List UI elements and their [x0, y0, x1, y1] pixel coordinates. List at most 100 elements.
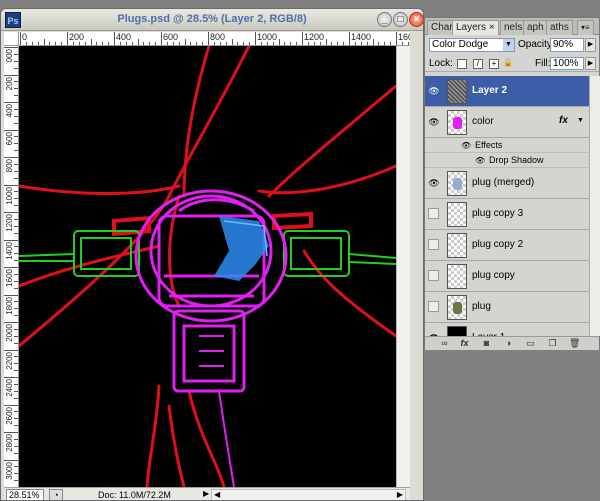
new-layer-icon[interactable]: ❐: [547, 338, 558, 349]
ruler-tick: [378, 42, 380, 45]
ruler-tick: [331, 42, 333, 45]
tab-aths[interactable]: aths: [546, 20, 573, 35]
layer-row[interactable]: 👁 Layer 2: [425, 76, 589, 107]
ruler-tick: [14, 60, 18, 62]
status-arrow-icon[interactable]: ▶: [203, 489, 209, 498]
blend-mode-select[interactable]: Color Dodge ▼: [429, 38, 515, 52]
layer-mask-icon[interactable]: ◙: [481, 338, 492, 349]
layer-name: plug: [472, 301, 491, 312]
scroll-right-icon[interactable]: ▶: [397, 490, 403, 499]
vertical-scrollbar[interactable]: [396, 46, 410, 487]
layer-row[interactable]: 👁Layer 1: [425, 323, 589, 336]
drop-shadow-row[interactable]: 👁 Drop Shadow: [425, 153, 589, 168]
drop-shadow-eye-icon[interactable]: 👁: [475, 156, 485, 165]
ruler-label: 0: [22, 32, 28, 42]
layers-scrollbar[interactable]: [589, 76, 600, 336]
ruler-tick: [202, 42, 204, 45]
ruler-tick: [61, 42, 63, 45]
new-group-icon[interactable]: ▭: [525, 338, 536, 349]
lock-paint-icon[interactable]: /: [473, 59, 483, 69]
effects-eye-icon[interactable]: 👁: [461, 141, 471, 150]
visibility-toggle[interactable]: [428, 270, 439, 281]
ruler-tick: [14, 466, 18, 468]
ruler-tick: [401, 42, 403, 45]
ruler-tick: [14, 445, 18, 447]
document-titlebar[interactable]: Ps Plugs.psd @ 28.5% (Layer 2, RGB/8) _ …: [1, 9, 423, 31]
effects-row[interactable]: 👁 Effects: [425, 138, 589, 153]
image-canvas[interactable]: [19, 46, 396, 487]
ruler-label: 800: [5, 159, 14, 173]
horizontal-ruler[interactable]: 0 200 400 600 800 1000 1200 1400 1600: [19, 32, 410, 46]
opacity-input[interactable]: 90%: [550, 38, 584, 52]
visibility-eye-icon[interactable]: 👁: [428, 85, 440, 97]
ruler-tick: [313, 42, 315, 45]
ruler-tick: [37, 42, 39, 45]
ruler-label: 200: [69, 32, 85, 42]
ruler-tick: [84, 42, 86, 45]
visibility-toggle[interactable]: [428, 301, 439, 312]
layer-row[interactable]: plug copy 3: [425, 199, 589, 230]
layer-row[interactable]: plug: [425, 292, 589, 323]
ruler-label: 1200: [304, 32, 325, 42]
vertical-ruler[interactable]: 000 200 400 600 800 1000 1200 1400 1600 1800 2000 2…: [4, 46, 19, 487]
ruler-tick: [14, 273, 18, 275]
tab-layers[interactable]: Layers ×: [452, 20, 499, 35]
tab-aph[interactable]: aph: [523, 20, 548, 35]
ruler-label: 200: [5, 76, 14, 90]
ruler-tick: [14, 108, 18, 110]
delete-layer-icon[interactable]: 🗑: [569, 338, 580, 349]
layer-row[interactable]: plug copy 2: [425, 230, 589, 261]
ruler-tick: [166, 42, 168, 45]
ruler-tick: [302, 32, 303, 45]
ruler-tick: [14, 136, 18, 138]
horizontal-scrollbar[interactable]: ◀ ▶: [211, 489, 406, 500]
close-button[interactable]: ×: [409, 12, 423, 27]
lock-all-icon[interactable]: 🔒: [503, 59, 513, 69]
ruler-tick: [14, 473, 18, 475]
layer-style-icon[interactable]: fx: [459, 338, 470, 349]
visibility-eye-icon[interactable]: 👁: [428, 177, 440, 189]
ruler-tick: [14, 342, 18, 344]
maximize-button[interactable]: □: [393, 12, 408, 27]
ruler-tick: [196, 42, 198, 45]
minimize-button[interactable]: _: [377, 12, 392, 27]
ruler-tick: [25, 42, 27, 45]
adjustment-layer-icon[interactable]: ◑: [503, 338, 514, 349]
ruler-tick: [4, 239, 18, 241]
visibility-toggle[interactable]: [428, 208, 439, 219]
ruler-tick: [325, 39, 327, 45]
scroll-left-icon[interactable]: ◀: [214, 490, 220, 499]
ruler-tick: [14, 383, 18, 385]
ruler-label: 1200: [5, 214, 14, 232]
panel-menu-icon[interactable]: ▾≡: [577, 20, 594, 35]
link-layers-icon[interactable]: ∞: [439, 338, 450, 349]
layer-row[interactable]: plug copy: [425, 261, 589, 292]
layer-row[interactable]: 👁 plug (merged): [425, 168, 589, 199]
ruler-tick: [14, 390, 18, 392]
ruler-tick: [4, 432, 18, 433]
visibility-toggle[interactable]: [428, 239, 439, 250]
blend-mode-value: Color Dodge: [432, 39, 489, 50]
collapse-effects-icon[interactable]: ▼: [577, 117, 584, 124]
chevron-down-icon[interactable]: ▼: [503, 39, 514, 51]
layer-row[interactable]: 👁 color fx ▼: [425, 107, 589, 138]
lock-transparency-icon[interactable]: [457, 59, 467, 69]
fill-slider-arrow-icon[interactable]: ▶: [585, 57, 596, 70]
status-menu-icon[interactable]: ◔: [49, 489, 63, 500]
ruler-tick: [396, 32, 397, 45]
effects-icon[interactable]: fx: [559, 115, 568, 126]
ruler-tick: [14, 198, 18, 200]
ruler-tick: [55, 42, 57, 45]
zoom-field[interactable]: 28.51%: [6, 489, 44, 500]
fill-input[interactable]: 100%: [550, 57, 584, 70]
lock-move-icon[interactable]: +: [489, 59, 499, 69]
ruler-tick: [284, 42, 286, 45]
visibility-eye-icon[interactable]: 👁: [428, 116, 440, 128]
ruler-tick: [4, 267, 18, 268]
opacity-slider-arrow-icon[interactable]: ▶: [585, 38, 596, 52]
ruler-corner[interactable]: [4, 32, 19, 46]
ruler-tick: [266, 42, 268, 45]
ruler-tick: [225, 42, 227, 45]
ruler-label: 600: [163, 32, 179, 42]
ruler-tick: [172, 42, 174, 45]
